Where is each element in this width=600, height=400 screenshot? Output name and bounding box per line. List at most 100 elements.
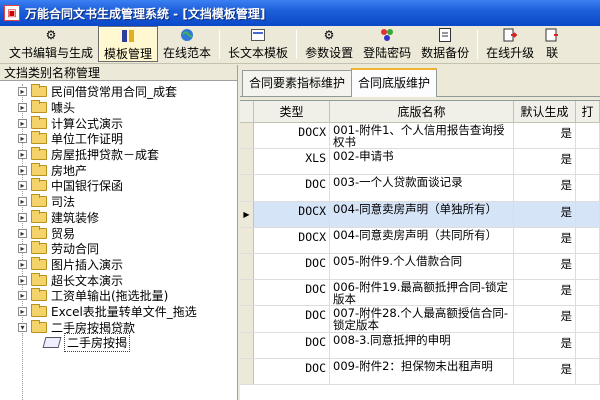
column-header-name[interactable]: 底版名称 [330, 101, 514, 122]
cell-print[interactable] [576, 123, 600, 149]
cell-type[interactable]: DOCX [254, 201, 330, 227]
table-row[interactable]: DOC 009-附件2：担保物未出租声明是 [240, 358, 600, 385]
tree-item[interactable]: ▸ 超长文本演示 [0, 272, 237, 288]
cell-type[interactable]: DOC [254, 280, 330, 306]
table-row[interactable]: ▶ DOCX 004-同意卖房声明（单独所有）是 [240, 201, 600, 228]
cell-default[interactable]: 是 [514, 123, 576, 149]
cell-print[interactable] [576, 280, 600, 306]
toolbar-document-edit-button[interactable]: ⚙ 文书编辑与生成 [4, 26, 98, 62]
toolbar-online-sample-button[interactable]: 在线范本 [158, 26, 216, 62]
cell-name[interactable]: 001-附件1、个人信用报告查询授权书 [330, 123, 514, 149]
cell-name[interactable]: 004-同意卖房声明（单独所有） [330, 201, 514, 227]
cell-name[interactable]: 007-附件28.个人最高额授信合同-锁定版本 [330, 306, 514, 332]
column-header-default[interactable]: 默认生成 [514, 101, 576, 122]
tree-item[interactable]: ▸ 工资单输出(拖选批量) [0, 288, 237, 304]
table-row[interactable]: DOCX 004-同意卖房声明（共同所有）是 [240, 227, 600, 254]
tree-item[interactable]: ▸ Excel表批量转单文件_拖选 [0, 303, 237, 320]
cell-type[interactable]: DOCX [254, 227, 330, 253]
cell-type[interactable]: DOCX [254, 123, 330, 149]
cell-print[interactable] [576, 201, 600, 227]
template-grid[interactable]: 类型 底版名称 默认生成 打 DOCX 001-附件1、个人信用报告查询授权书是 X… [240, 100, 600, 400]
cell-default[interactable]: 是 [514, 306, 576, 332]
cell-name[interactable]: 002-申请书 [330, 149, 514, 175]
cell-name[interactable]: 008-3.同意抵押的申明 [330, 332, 514, 358]
expand-icon[interactable]: ▸ [18, 291, 27, 301]
tree-item[interactable]: ▸ 房地产 [0, 162, 237, 178]
cell-name[interactable]: 004-同意卖房声明（共同所有） [330, 227, 514, 253]
row-indicator[interactable] [240, 149, 254, 175]
expand-icon[interactable]: ▸ [18, 181, 27, 191]
category-tree[interactable]: ▸ 民间借贷常用合同_成套 ▸ 噱头 ▸ 计算公式演示 ▸ 单位工作证明 ▸ 房屋抵押贷款－成套 ▸… [0, 81, 237, 400]
cell-default[interactable]: 是 [514, 201, 576, 227]
expand-icon[interactable]: ▸ [18, 212, 27, 222]
cell-default[interactable]: 是 [514, 280, 576, 306]
table-row[interactable]: DOC 003-一个人贷款面谈记录是 [240, 175, 600, 202]
tree-item[interactable]: ▸ 民间借贷常用合同_成套 [0, 84, 237, 100]
cell-type[interactable]: DOC [254, 253, 330, 280]
cell-type[interactable]: DOC [254, 175, 330, 201]
expand-icon[interactable]: ▸ [18, 259, 27, 269]
toolbar-settings-button[interactable]: ⚙ 参数设置 [300, 26, 358, 62]
toolbar-template-manage-button[interactable]: 模板管理 [98, 26, 159, 62]
cell-name[interactable]: 005-附件9.个人借款合同 [330, 253, 514, 280]
toolbar-online-upgrade-button[interactable]: 在线升级 [481, 26, 539, 62]
expand-icon[interactable]: ▸ [18, 197, 27, 207]
tab-contract-base[interactable]: 合同底版维护 [351, 68, 438, 97]
cell-print[interactable] [576, 149, 600, 175]
cell-default[interactable]: 是 [514, 253, 576, 280]
tree-item[interactable]: ▸ 贸易 [0, 225, 237, 241]
collapse-icon[interactable]: ▾ [18, 322, 27, 332]
tab-contract-elements[interactable]: 合同要素指标维护 [242, 70, 353, 96]
row-indicator[interactable] [240, 306, 254, 332]
cell-print[interactable] [576, 358, 600, 384]
expand-icon[interactable]: ▸ [18, 134, 27, 144]
cell-type[interactable]: DOC [254, 306, 330, 332]
expand-icon[interactable]: ▸ [18, 118, 27, 128]
toolbar-data-backup-button[interactable]: 数据备份 [416, 26, 474, 62]
row-indicator[interactable] [240, 227, 254, 253]
row-indicator[interactable] [240, 175, 254, 201]
cell-print[interactable] [576, 253, 600, 280]
cell-print[interactable] [576, 227, 600, 253]
cell-print[interactable] [576, 306, 600, 332]
tree-item[interactable]: ▸ 司法 [0, 194, 237, 210]
column-header-type[interactable]: 类型 [254, 101, 330, 122]
tree-child-item[interactable]: 二手房按揭 [0, 333, 237, 353]
cell-print[interactable] [576, 332, 600, 358]
expand-icon[interactable]: ▸ [18, 275, 27, 285]
tree-item[interactable]: ▸ 噱头 [0, 100, 237, 116]
table-row[interactable]: DOC 007-附件28.个人最高额授信合同-锁定版本是 [240, 306, 600, 333]
cell-name[interactable]: 009-附件2：担保物未出租声明 [330, 358, 514, 384]
expand-icon[interactable]: ▸ [18, 150, 27, 160]
cell-default[interactable]: 是 [514, 175, 576, 201]
row-indicator[interactable] [240, 280, 254, 306]
expand-icon[interactable]: ▸ [18, 306, 27, 316]
table-row[interactable]: XLS 002-申请书是 [240, 149, 600, 176]
tree-item[interactable]: ▸ 图片插入演示 [0, 256, 237, 273]
row-indicator[interactable] [240, 253, 254, 280]
expand-icon[interactable]: ▸ [18, 87, 27, 97]
cell-name[interactable]: 003-一个人贷款面谈记录 [330, 175, 514, 201]
toolbar-contact-button[interactable]: 联 [539, 26, 565, 62]
table-row[interactable]: DOC 008-3.同意抵押的申明是 [240, 332, 600, 359]
tree-item[interactable]: ▸ 劳动合同 [0, 241, 237, 257]
current-row-arrow-icon[interactable]: ▶ [240, 201, 254, 227]
expand-icon[interactable]: ▸ [18, 228, 27, 238]
expand-icon[interactable]: ▸ [18, 103, 27, 113]
cell-print[interactable] [576, 175, 600, 201]
tree-item[interactable]: ▸ 建筑装修 [0, 209, 237, 226]
expand-icon[interactable]: ▸ [18, 244, 27, 254]
tree-item[interactable]: ▸ 房屋抵押贷款－成套 [0, 147, 237, 163]
cell-type[interactable]: DOC [254, 358, 330, 384]
row-indicator[interactable] [240, 358, 254, 384]
toolbar-login-password-button[interactable]: 登陆密码 [358, 26, 416, 62]
table-row[interactable]: DOC 006-附件19.最高额抵押合同-锁定版本是 [240, 280, 600, 307]
tree-item[interactable]: ▸ 中国银行保函 [0, 178, 237, 194]
cell-default[interactable]: 是 [514, 332, 576, 358]
expand-icon[interactable]: ▸ [18, 165, 27, 175]
tree-item[interactable]: ▸ 单位工作证明 [0, 131, 237, 147]
cell-default[interactable]: 是 [514, 227, 576, 253]
tree-item[interactable]: ▸ 计算公式演示 [0, 115, 237, 131]
cell-default[interactable]: 是 [514, 358, 576, 384]
row-indicator[interactable] [240, 123, 254, 149]
